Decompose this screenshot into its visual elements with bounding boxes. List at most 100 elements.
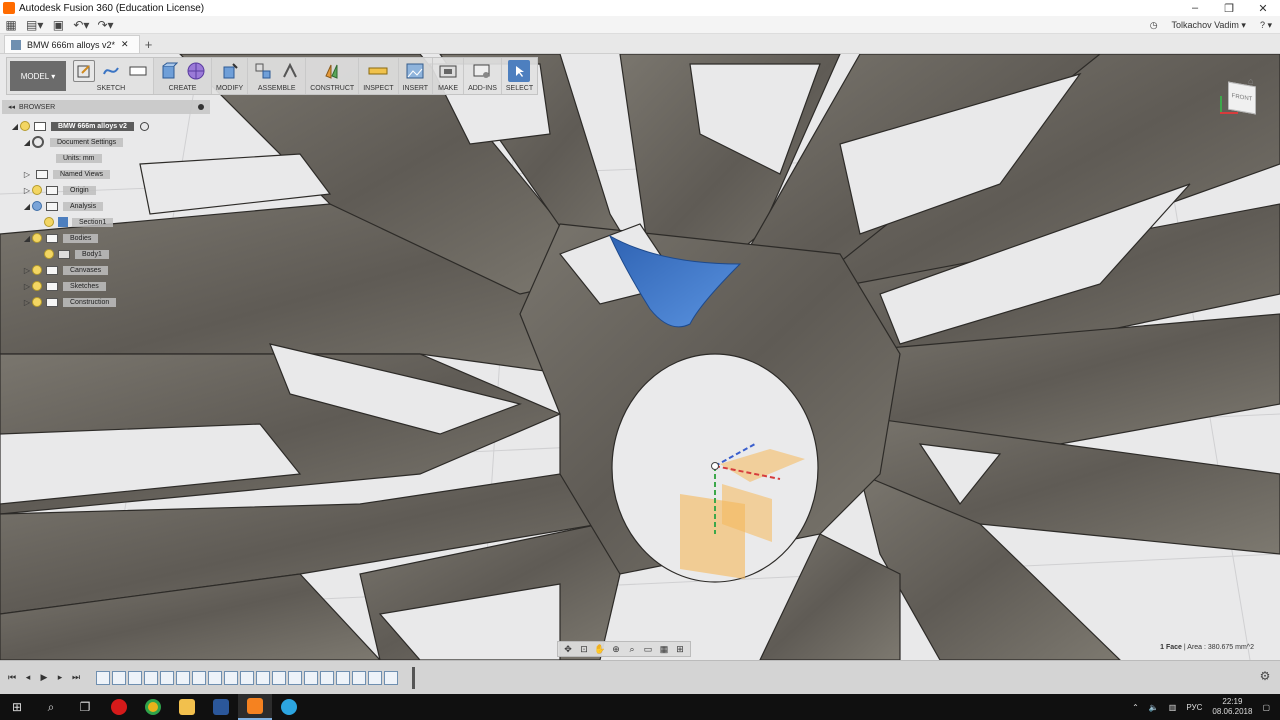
- tree-item-sketches[interactable]: ▷ Sketches: [10, 278, 210, 294]
- zoom-icon[interactable]: ⊕: [609, 643, 623, 655]
- start-button-icon[interactable]: ⊞: [0, 694, 34, 720]
- insert-image-icon[interactable]: [404, 60, 426, 82]
- extrude-icon[interactable]: [158, 60, 180, 82]
- modify-group[interactable]: MODIFY: [212, 58, 249, 94]
- tree-item-construction[interactable]: ▷ Construction: [10, 294, 210, 310]
- visibility-bulb-icon[interactable]: [20, 121, 30, 131]
- visibility-bulb-icon[interactable]: [44, 217, 54, 227]
- timeline-feature[interactable]: [288, 671, 302, 685]
- close-window-button[interactable]: ✕: [1246, 0, 1280, 16]
- offset-plane-icon[interactable]: [321, 60, 343, 82]
- timeline-feature[interactable]: [112, 671, 126, 685]
- minimize-button[interactable]: –: [1178, 0, 1212, 16]
- select-group[interactable]: SELECT: [502, 58, 537, 94]
- timeline-feature[interactable]: [272, 671, 286, 685]
- save-icon[interactable]: ▣: [47, 16, 69, 34]
- tree-item-body1[interactable]: Body1: [10, 246, 210, 262]
- form-icon[interactable]: [185, 60, 207, 82]
- fusion360-taskbar-icon[interactable]: [238, 694, 272, 720]
- visibility-bulb-icon[interactable]: [32, 297, 42, 307]
- tree-item-units[interactable]: Units: mm: [10, 150, 210, 166]
- word-icon[interactable]: [204, 694, 238, 720]
- collapsed-arrow-icon[interactable]: ▷: [22, 298, 32, 307]
- new-component-icon[interactable]: [252, 60, 274, 82]
- go-to-start-icon[interactable]: ⏮: [4, 670, 20, 686]
- redo-icon[interactable]: ↷▾: [93, 16, 117, 34]
- home-view-icon[interactable]: ⌂: [1248, 76, 1253, 86]
- look-at-icon[interactable]: ⊡: [577, 643, 591, 655]
- timeline-feature[interactable]: [240, 671, 254, 685]
- visibility-bulb-icon[interactable]: [44, 249, 54, 259]
- play-icon[interactable]: ▶: [36, 670, 52, 686]
- language-indicator[interactable]: РУС: [1186, 703, 1202, 712]
- visibility-bulb-icon[interactable]: [32, 201, 42, 211]
- timeline-feature[interactable]: [368, 671, 382, 685]
- display-settings-icon[interactable]: ▭: [641, 643, 655, 655]
- timeline-feature[interactable]: [160, 671, 174, 685]
- tree-item-named-views[interactable]: ▷ Named Views: [10, 166, 210, 182]
- zoom-window-icon[interactable]: ⌕: [625, 643, 639, 655]
- timeline-feature[interactable]: [144, 671, 158, 685]
- new-tab-button[interactable]: +: [140, 35, 158, 53]
- activate-radio-icon[interactable]: [139, 121, 149, 131]
- insert-group[interactable]: INSERT: [399, 58, 434, 94]
- timeline-settings-gear-icon[interactable]: ⚙: [1258, 669, 1272, 683]
- browser-panel-header[interactable]: ◂◂ BROWSER: [2, 100, 210, 114]
- user-menu[interactable]: Tolkachov Vadim ▾: [1172, 20, 1246, 31]
- construct-group[interactable]: CONSTRUCT: [306, 58, 360, 94]
- view-cube-front-face[interactable]: FRONT: [1228, 81, 1256, 115]
- create-group[interactable]: CREATE: [154, 58, 212, 94]
- app-grid-icon[interactable]: ▦: [0, 16, 22, 34]
- opera-icon[interactable]: [102, 694, 136, 720]
- timeline-feature[interactable]: [96, 671, 110, 685]
- browser-collapse-icon[interactable]: ◂◂: [8, 103, 15, 111]
- file-menu-icon[interactable]: ▤▾: [22, 16, 47, 34]
- joint-icon[interactable]: [279, 60, 301, 82]
- tab-close-icon[interactable]: ✕: [121, 39, 129, 50]
- timeline-feature[interactable]: [352, 671, 366, 685]
- timeline-feature[interactable]: [320, 671, 334, 685]
- timeline-feature[interactable]: [304, 671, 318, 685]
- view-cube[interactable]: FRONT ⌂: [1214, 70, 1264, 124]
- create-sketch-icon[interactable]: [73, 60, 95, 82]
- press-pull-icon[interactable]: [219, 60, 241, 82]
- spline-icon[interactable]: [100, 60, 122, 82]
- volume-icon[interactable]: 🔈: [1149, 703, 1159, 712]
- notifications-icon[interactable]: ▢: [1262, 703, 1270, 712]
- maximize-button[interactable]: ❐: [1212, 0, 1246, 16]
- tree-item-section1[interactable]: Section1: [10, 214, 210, 230]
- timeline-feature[interactable]: [256, 671, 270, 685]
- task-view-icon[interactable]: ❐: [68, 694, 102, 720]
- 3d-viewport[interactable]: MODEL ▾ SKETCH CREATE MODIFY ASSEMBLE CO…: [0, 54, 1280, 660]
- collapsed-arrow-icon[interactable]: ▷: [22, 282, 32, 291]
- add-ins-group[interactable]: ADD-INS: [464, 58, 502, 94]
- visibility-bulb-icon[interactable]: [32, 265, 42, 275]
- tree-item-analysis[interactable]: ◢ Analysis: [10, 198, 210, 214]
- expand-arrow-icon[interactable]: ◢: [22, 234, 32, 243]
- tree-root[interactable]: ◢ BMW 666m alloys v2: [10, 118, 210, 134]
- clock[interactable]: 22:19 08.06.2018: [1212, 697, 1252, 717]
- go-to-end-icon[interactable]: ⏭: [68, 670, 84, 686]
- chrome-icon[interactable]: [136, 694, 170, 720]
- collapsed-arrow-icon[interactable]: ▷: [22, 186, 32, 195]
- timeline-marker[interactable]: [412, 667, 415, 689]
- assemble-group[interactable]: ASSEMBLE: [248, 58, 307, 94]
- timeline-feature[interactable]: [336, 671, 350, 685]
- select-cursor-icon[interactable]: [508, 60, 531, 82]
- expand-arrow-icon[interactable]: ◢: [10, 122, 20, 131]
- tree-item-bodies[interactable]: ◢ Bodies: [10, 230, 210, 246]
- 3d-print-icon[interactable]: [437, 60, 459, 82]
- telegram-icon[interactable]: [272, 694, 306, 720]
- timeline-feature[interactable]: [224, 671, 238, 685]
- tree-item-document-settings[interactable]: ◢ Document Settings: [10, 134, 210, 150]
- scripts-icon[interactable]: [471, 60, 493, 82]
- step-back-icon[interactable]: ◂: [20, 670, 36, 686]
- file-explorer-icon[interactable]: [170, 694, 204, 720]
- visibility-bulb-icon[interactable]: [32, 185, 42, 195]
- make-group[interactable]: MAKE: [433, 58, 465, 94]
- undo-icon[interactable]: ↶▾: [69, 16, 93, 34]
- workspace-switcher[interactable]: MODEL ▾: [10, 61, 66, 91]
- document-tab[interactable]: BMW 666m alloys v2* ✕: [4, 35, 140, 53]
- timeline-feature[interactable]: [208, 671, 222, 685]
- expand-arrow-icon[interactable]: ◢: [22, 138, 32, 147]
